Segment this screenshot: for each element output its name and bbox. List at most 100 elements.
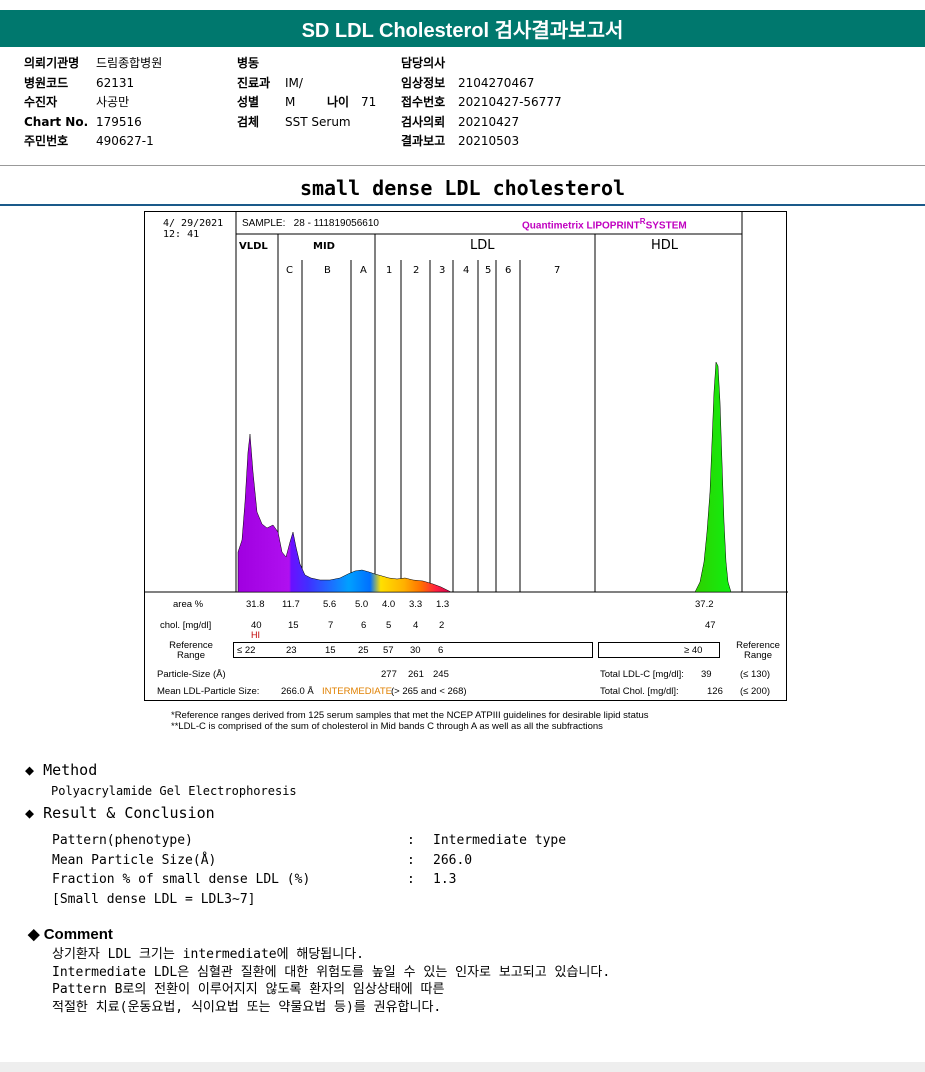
comment-text: 상기환자 LDL 크기는 intermediate에 해당됩니다. Interm… xyxy=(52,946,610,1016)
area-value: 5.6 xyxy=(323,599,337,610)
band-labels: C B A 1 2 3 4 5 6 7 xyxy=(145,265,788,279)
total-ldl-ref: (≤ 130) xyxy=(740,669,771,680)
hdl-label: HDL xyxy=(651,238,679,253)
comment-line: Pattern B로의 전환이 이루어지지 않도록 환자의 임상상태에 따른 xyxy=(52,982,445,997)
sample-id: SAMPLE: 28 - 111819056610 xyxy=(242,218,379,229)
result-row: Mean Particle Size(Å): 266.0 xyxy=(52,851,566,871)
area-value: 31.8 xyxy=(246,599,265,610)
band-label: 6 xyxy=(505,265,512,276)
hi-flag: HI xyxy=(251,630,260,640)
value: SST Serum xyxy=(285,114,351,129)
value: IM/ xyxy=(285,75,303,90)
result-row: Fraction % of small dense LDL (%): 1.3 xyxy=(52,870,566,890)
lipoprint-graph xyxy=(145,212,788,593)
mean-size-label: Mean LDL-Particle Size: xyxy=(157,686,260,697)
section-divider xyxy=(0,204,925,206)
patient-info-col3: 담당의사 임상정보 2104270467 접수번호 20210427-56777 검… xyxy=(401,54,562,152)
particle-size-value: 277 xyxy=(381,669,397,680)
label: 수진자 xyxy=(24,95,58,109)
label: 임상정보 xyxy=(401,75,446,90)
label: 의뢰기관명 xyxy=(24,56,80,70)
chol-value: 15 xyxy=(288,620,299,631)
band-label: C xyxy=(286,265,293,276)
area-row-label: area % xyxy=(173,599,204,610)
value: 20210427 xyxy=(458,114,520,129)
report-time: 12: 41 xyxy=(163,229,200,240)
label: 접수번호 xyxy=(401,95,446,109)
ref-value: 30 xyxy=(410,645,421,656)
value: 20210503 xyxy=(458,134,520,148)
result-label: Mean Particle Size(Å) xyxy=(52,852,217,868)
total-ldl-value: 39 xyxy=(701,669,712,680)
particle-size-label: Particle-Size (Å) xyxy=(157,669,226,680)
result-value: Intermediate type xyxy=(433,833,567,848)
ref-value: ≤ 22 xyxy=(237,645,256,656)
report-title: SD LDL Cholesterol 검사결과보고서 xyxy=(0,10,925,47)
label: 병동 xyxy=(237,56,260,70)
chol-value: 6 xyxy=(361,620,367,631)
mid-label: MID xyxy=(313,241,335,252)
label: 성별 xyxy=(237,95,260,109)
comment-line: 상기환자 LDL 크기는 intermediate에 해당됩니다. xyxy=(52,947,365,962)
band-label: 5 xyxy=(485,265,492,276)
area-value: 5.0 xyxy=(355,599,369,610)
label: 검체 xyxy=(237,114,260,129)
chol-value: 5 xyxy=(386,620,392,631)
section-title: small dense LDL cholesterol xyxy=(299,176,626,200)
particle-size-value: 261 xyxy=(408,669,424,680)
mean-size-range: (> 265 and < 268) xyxy=(391,686,467,697)
total-ldl-label: Total LDL-C [mg/dl]: xyxy=(600,669,684,680)
ref-value: 57 xyxy=(383,645,394,656)
band-label: A xyxy=(360,265,367,276)
report-title-text: SD LDL Cholesterol 검사결과보고서 xyxy=(301,20,624,42)
value: M xyxy=(285,95,296,109)
result-title: Result & Conclusion xyxy=(43,804,215,822)
band-label: 2 xyxy=(413,265,420,276)
report-date: 4/ 29/2021 xyxy=(163,218,224,229)
value: 사공만 xyxy=(96,95,130,109)
total-chol-value: 126 xyxy=(707,686,723,697)
mean-size-class: INTERMEDIATE xyxy=(322,686,393,697)
brand-label: Quantimetrix LIPOPRINTRSYSTEM xyxy=(522,217,687,231)
colon: : xyxy=(407,872,415,887)
chol-value: 7 xyxy=(328,620,334,631)
report-datetime: 4/ 29/2021 12: 41 xyxy=(163,218,223,240)
ref-value: 6 xyxy=(438,645,444,656)
method-heading: ◆ Method xyxy=(25,761,97,779)
value: 2104270467 xyxy=(458,75,535,90)
result-note: [Small dense LDL = LDL3~7] xyxy=(52,891,256,907)
chol-hdl-value: 47 xyxy=(705,620,716,631)
ref-value: 25 xyxy=(358,645,369,656)
value: 490627-1 xyxy=(96,134,154,148)
total-chol-ref: (≤ 200) xyxy=(740,686,771,697)
comment-line: Intermediate LDL은 심혈관 질환에 대한 위험도를 높일 수 있… xyxy=(52,964,611,980)
diamond-bullet-icon: ◆ xyxy=(28,926,40,943)
total-chol-label: Total Chol. [mg/dl]: xyxy=(600,686,679,697)
area-value: 4.0 xyxy=(382,599,396,610)
ldl-curve xyxy=(237,433,452,593)
chol-value: 2 xyxy=(439,620,445,631)
brand-name: Quantimetrix LIPOPRINT xyxy=(522,220,640,232)
area-value: 3.3 xyxy=(409,599,423,610)
band-label: 4 xyxy=(463,265,470,276)
hdl-curve xyxy=(694,361,732,593)
colon: : xyxy=(407,833,415,848)
result-heading: ◆ Result & Conclusion xyxy=(25,804,215,822)
label: 진료과 xyxy=(237,75,271,90)
band-label: 7 xyxy=(554,265,561,276)
area-value: 11.7 xyxy=(282,599,300,610)
result-table: Pattern(phenotype): Intermediate type Mea… xyxy=(52,831,566,909)
footer-band xyxy=(0,1062,925,1072)
area-hdl-value: 37.2 xyxy=(695,599,714,610)
chol-value: 4 xyxy=(413,620,419,631)
label: 병원코드 xyxy=(24,75,69,90)
lipoprint-report: 4/ 29/2021 12: 41 SAMPLE: 28 - 111819056… xyxy=(144,211,788,701)
comment-title: Comment xyxy=(43,926,113,943)
ref-row-label: Reference Range xyxy=(169,640,213,661)
ldl-label: LDL xyxy=(470,238,495,253)
label: 주민번호 xyxy=(24,134,69,148)
brand-suffix: SYSTEM xyxy=(645,220,687,232)
footnote-1: *Reference ranges derived from 125 serum… xyxy=(171,710,649,721)
result-label: Fraction % of small dense LDL (%) xyxy=(52,872,311,887)
area-value: 1.3 xyxy=(436,599,450,610)
